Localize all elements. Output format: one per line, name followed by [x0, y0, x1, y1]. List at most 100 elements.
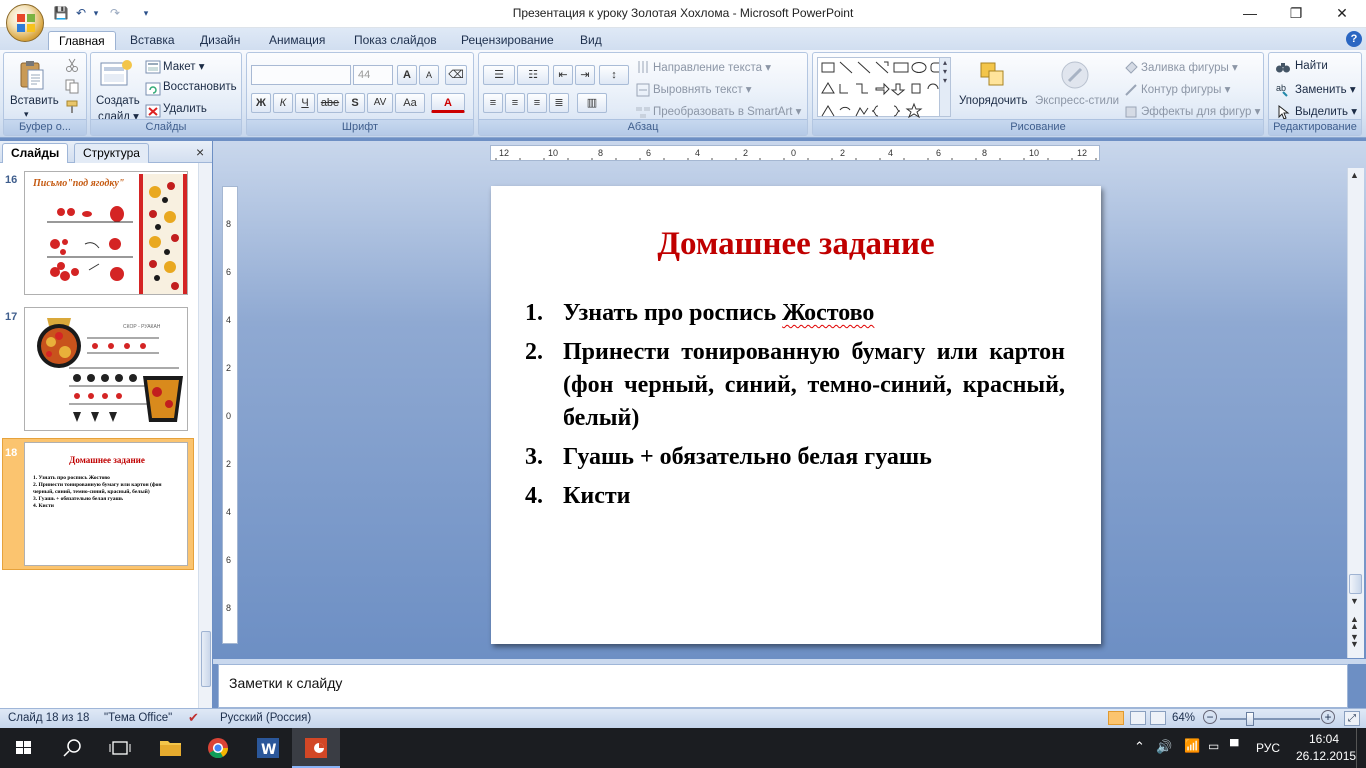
slideshow-icon[interactable] — [1150, 711, 1166, 725]
paste-button[interactable]: Вставить — [10, 95, 59, 107]
arrange-button[interactable]: Упорядочить — [959, 95, 1027, 107]
close-panel-icon[interactable]: × — [196, 144, 204, 160]
notes-pane[interactable]: Заметки к слайду — [218, 664, 1348, 708]
shapes-gallery[interactable] — [817, 57, 949, 119]
search-icon[interactable] — [48, 728, 96, 768]
fit-to-window-icon[interactable]: ⤢ — [1344, 711, 1360, 726]
next-slide-icon[interactable]: ▼ ▼ — [1350, 633, 1359, 649]
align-left-icon[interactable]: ≡ — [483, 93, 503, 113]
bold-button[interactable]: Ж — [251, 93, 271, 113]
select-button[interactable]: Выделить ▾ — [1295, 104, 1357, 118]
help-icon[interactable]: ? — [1346, 31, 1362, 47]
minimize-button[interactable]: — — [1227, 0, 1273, 28]
scroll-down-icon[interactable]: ▼ — [1350, 596, 1359, 606]
slide-scrollbar[interactable]: ▲ ▼ ▲ ▲ ▼ ▼ — [1347, 168, 1364, 658]
powerpoint-taskbar-icon[interactable] — [292, 728, 340, 768]
bullets-icon[interactable]: ☰ — [483, 65, 515, 85]
format-painter-icon[interactable] — [64, 99, 80, 115]
tab-insert[interactable]: Вставка — [120, 31, 185, 50]
notification-message-icon[interactable]: ▀ — [1230, 739, 1239, 753]
clock-time[interactable]: 16:04 — [1302, 732, 1346, 746]
line-spacing-icon[interactable]: ↕ — [599, 65, 629, 85]
office-button[interactable] — [6, 4, 44, 42]
font-color-button[interactable]: A — [431, 93, 465, 113]
align-right-icon[interactable]: ≡ — [527, 93, 547, 113]
language-indicator[interactable]: Русский (Россия) — [220, 712, 311, 724]
language-tray[interactable]: РУС — [1256, 741, 1280, 755]
tab-animation[interactable]: Анимация — [259, 31, 335, 50]
strikethrough-button[interactable]: abe — [317, 93, 343, 113]
slide-thumbnail-16[interactable]: Письмо"под ягодку" — [24, 171, 188, 295]
font-name-combo[interactable] — [251, 65, 351, 85]
start-windows-icon[interactable] — [0, 728, 48, 768]
shapes-gallery-scroll[interactable]: ▴ ▾ ▾ — [939, 57, 951, 117]
undo-icon[interactable]: ↶ — [73, 5, 89, 21]
delete-button[interactable]: Удалить — [163, 103, 207, 115]
justify-icon[interactable]: ≣ — [549, 93, 569, 113]
zoom-out-button[interactable]: − — [1203, 710, 1217, 724]
char-spacing-button[interactable]: AV — [367, 93, 393, 113]
file-explorer-icon[interactable] — [146, 728, 194, 768]
normal-view-icon[interactable] — [1108, 711, 1124, 725]
layout-button[interactable]: Макет ▾ — [163, 59, 205, 73]
slide-title[interactable]: Домашнее задание — [491, 226, 1101, 263]
word-icon[interactable]: W — [244, 728, 292, 768]
new-slide-button[interactable]: Создать — [96, 95, 140, 107]
zoom-in-button[interactable]: + — [1321, 710, 1335, 724]
clear-formatting-icon[interactable]: ⌫ — [445, 65, 467, 85]
align-center-icon[interactable]: ≡ — [505, 93, 525, 113]
customize-toolbar-icon[interactable]: ▾ — [138, 5, 154, 21]
tray-expand-icon[interactable]: ⌃ — [1134, 739, 1145, 755]
current-slide[interactable]: Домашнее задание 1. Узнать про роспись Жо… — [491, 186, 1101, 644]
slides-panel-scrollbar[interactable] — [198, 163, 212, 708]
columns-icon[interactable]: ▥ — [577, 93, 607, 113]
copy-icon[interactable] — [64, 78, 80, 94]
zoom-slider-thumb[interactable] — [1246, 712, 1254, 726]
grow-font-button[interactable]: A — [397, 65, 417, 85]
increase-indent-icon[interactable]: ⇥ — [575, 65, 595, 85]
clock-date[interactable]: 26.12.2015 — [1296, 749, 1356, 763]
tab-home[interactable]: Главная — [48, 31, 116, 50]
shrink-font-button[interactable]: A — [419, 65, 439, 85]
tab-design[interactable]: Дизайн — [190, 31, 250, 50]
find-button[interactable]: Найти — [1295, 60, 1328, 72]
zoom-slider-track[interactable] — [1220, 718, 1320, 720]
undo-dropdown-icon[interactable]: ▾ — [88, 5, 104, 21]
numbering-icon[interactable]: ☷ — [517, 65, 549, 85]
text-direction-button[interactable]: Направление текста ▾ — [653, 60, 771, 74]
quick-styles-button[interactable]: Экспресс-стили — [1035, 95, 1119, 107]
cut-icon[interactable] — [64, 57, 80, 73]
italic-button[interactable]: К — [273, 93, 293, 113]
slide-thumbnail-17[interactable]: СКОР - РУАКАН — [24, 307, 188, 431]
previous-slide-icon[interactable]: ▲ ▲ — [1350, 615, 1359, 631]
underline-button[interactable]: Ч — [295, 93, 315, 113]
shape-effects-button[interactable]: Эффекты для фигур ▾ — [1141, 104, 1260, 118]
tab-slides-panel[interactable]: Слайды — [2, 143, 69, 163]
font-size-combo[interactable]: 44 — [353, 65, 393, 85]
shadow-button[interactable]: S — [345, 93, 365, 113]
change-case-button[interactable]: Aa — [395, 93, 425, 113]
slide-sorter-icon[interactable] — [1130, 711, 1146, 725]
chrome-icon[interactable] — [194, 728, 242, 768]
show-desktop-button[interactable] — [1356, 728, 1366, 768]
task-view-icon[interactable] — [96, 728, 144, 768]
wifi-icon[interactable]: 📶 — [1184, 738, 1200, 754]
battery-icon[interactable]: ▭ — [1208, 739, 1219, 753]
shape-outline-button[interactable]: Контур фигуры ▾ — [1141, 82, 1230, 96]
restore-button[interactable]: ❐ — [1273, 0, 1319, 28]
decrease-indent-icon[interactable]: ⇤ — [553, 65, 573, 85]
tab-view[interactable]: Вид — [570, 31, 612, 50]
spellcheck-icon[interactable]: ✔ — [188, 710, 199, 726]
save-icon[interactable]: 💾 — [53, 5, 69, 21]
smartart-button[interactable]: Преобразовать в SmartArt ▾ — [653, 104, 801, 118]
tab-slideshow[interactable]: Показ слайдов — [344, 31, 447, 50]
tab-review[interactable]: Рецензирование — [451, 31, 564, 50]
redo-icon[interactable]: ↷ — [107, 5, 123, 21]
tab-outline-panel[interactable]: Структура — [74, 143, 149, 163]
reset-button[interactable]: Восстановить — [163, 81, 237, 93]
align-text-button[interactable]: Выровнять текст ▾ — [653, 82, 752, 96]
slide-thumbnail-18[interactable]: Домашнее задание 1. Узнать про роспись Ж… — [24, 442, 188, 566]
zoom-level[interactable]: 64% — [1172, 712, 1195, 724]
slides-panel-scroll-thumb[interactable] — [201, 631, 211, 687]
shape-fill-button[interactable]: Заливка фигуры ▾ — [1141, 60, 1238, 74]
